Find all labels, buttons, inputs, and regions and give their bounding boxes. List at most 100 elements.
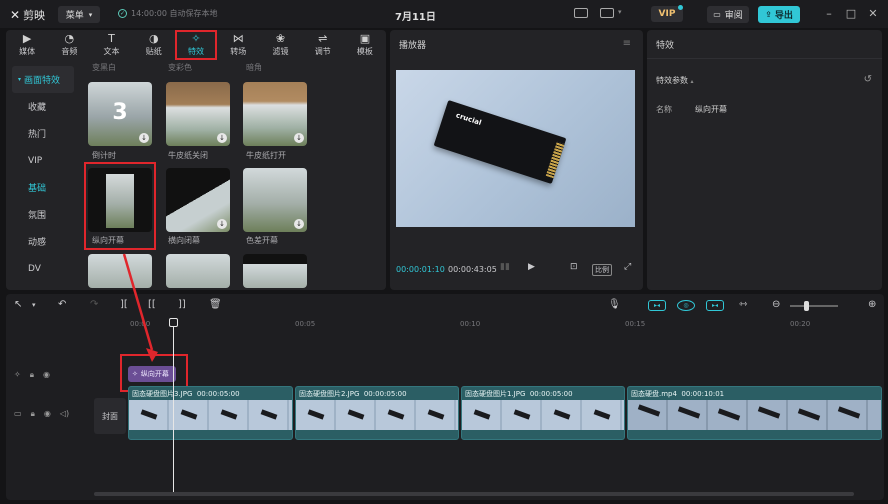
effects-icon: ✧: [14, 370, 21, 379]
ratio-button[interactable]: 比例: [592, 264, 612, 276]
play-icon[interactable]: ▶: [528, 262, 535, 272]
ruler-tick: 00:20: [790, 320, 811, 328]
clip-label: 固态硬盘图片3.JPG 00:00:05:00: [132, 389, 240, 399]
fullscreen-fit-icon[interactable]: ⊡: [570, 262, 578, 272]
select-cursor-icon[interactable]: ↖: [14, 299, 22, 310]
video-preview[interactable]: crucial: [396, 70, 635, 227]
chevron-down-icon: ▾: [88, 10, 93, 19]
speaker-icon[interactable]: ◁): [60, 409, 69, 419]
review-button[interactable]: ▭ 审阅: [707, 6, 749, 23]
linkage-icon[interactable]: ◎: [677, 300, 695, 311]
download-icon[interactable]: ↓: [139, 133, 149, 143]
time-ruler[interactable]: 00:00 00:05 00:10 00:15 00:20: [90, 318, 884, 332]
sidebar-item-atmosphere[interactable]: 氛围: [6, 201, 80, 228]
close-icon[interactable]: ✕: [866, 7, 880, 20]
playhead-handle[interactable]: [169, 318, 178, 327]
chevron-down-icon[interactable]: ▾: [32, 301, 36, 309]
review-icon: ▭: [713, 10, 721, 19]
minimize-icon[interactable]: –: [822, 7, 836, 20]
tab-label: 文本: [103, 47, 120, 56]
tab-media[interactable]: ▶ 媒体: [6, 30, 48, 60]
zoom-slider[interactable]: [790, 305, 838, 307]
keyboard-icon[interactable]: [574, 8, 588, 18]
menu-button[interactable]: 菜单 ▾: [58, 6, 100, 23]
split-left-icon[interactable]: [[: [148, 299, 156, 310]
playhead-line[interactable]: [173, 318, 174, 496]
name-key: 名称: [656, 105, 672, 114]
effect-thumb-kraft-close[interactable]: ↓: [166, 82, 230, 146]
sidebar-item-screen-effects[interactable]: ▾ 画面特效: [12, 66, 74, 93]
transition-icon: ⋈: [232, 32, 244, 45]
video-clip[interactable]: 固态硬盘图片1.JPG 00:00:05:00: [461, 386, 625, 440]
tab-text[interactable]: T 文本: [90, 30, 132, 60]
sidebar-item-basic[interactable]: 基础: [6, 174, 80, 201]
sidebar-item-label: VIP: [28, 155, 43, 166]
fullscreen-icon[interactable]: ⤢: [624, 262, 631, 272]
highlight-box: [84, 162, 156, 250]
filter-icon: ❀: [275, 32, 286, 45]
tool-tabs: ▶ 媒体 ◔ 音频 T 文本 ◑ 贴纸 ✧ 特效 ⋈ 转场 ❀ 滤镜 ⇌ 调节 ▣ 模板: [6, 30, 386, 60]
tab-template[interactable]: ▣ 模板: [344, 30, 386, 60]
sidebar-item-hot[interactable]: 热门: [6, 120, 80, 147]
chevron-down-icon[interactable]: ▾: [618, 8, 622, 16]
zoom-slider-handle[interactable]: [804, 301, 809, 311]
reset-icon[interactable]: ↺: [864, 74, 872, 85]
split-right-icon[interactable]: ]]: [178, 299, 186, 310]
sidebar-item-dv[interactable]: DV: [6, 255, 80, 282]
layout-icon[interactable]: [600, 8, 614, 18]
delete-icon[interactable]: 🗑: [209, 299, 222, 310]
cover-button[interactable]: 封面: [94, 398, 126, 434]
eye-icon[interactable]: ◉: [44, 409, 51, 419]
sidebar-item-dynamic[interactable]: 动感: [6, 228, 80, 255]
download-icon[interactable]: ↓: [217, 219, 227, 229]
tab-label: 转场: [230, 47, 247, 56]
waveform-icon: ▮▮: [500, 262, 510, 272]
video-clip[interactable]: 固态硬盘图片2.JPG 00:00:05:00: [295, 386, 459, 440]
tab-filter[interactable]: ❀ 滤镜: [259, 30, 301, 60]
sidebar-item-label: 收藏: [28, 103, 47, 113]
effect-thumb[interactable]: [88, 254, 152, 288]
ruler-tick: 00:05: [295, 320, 316, 328]
redo-icon[interactable]: ↷: [90, 299, 98, 310]
tab-adjust[interactable]: ⇌ 调节: [302, 30, 344, 60]
split-screen-icon[interactable]: ⇿: [739, 299, 747, 310]
adjust-icon: ⇌: [318, 32, 328, 45]
menu-icon[interactable]: ≡: [623, 38, 631, 49]
sidebar-item-favorites[interactable]: 收藏: [6, 93, 80, 120]
split-icon[interactable]: ][: [120, 299, 128, 310]
download-icon[interactable]: ↓: [294, 219, 304, 229]
horizontal-scrollbar[interactable]: [94, 492, 854, 496]
microphone-icon[interactable]: 🎙: [608, 299, 621, 310]
download-icon[interactable]: ↓: [294, 133, 304, 143]
undo-icon[interactable]: ↶: [58, 299, 66, 310]
effect-params-header[interactable]: 特效参数 ▴: [656, 75, 694, 86]
tab-effects[interactable]: ✧ 特效: [174, 30, 218, 60]
zoom-out-icon[interactable]: ⊖: [772, 299, 780, 310]
effect-thumb[interactable]: [166, 254, 230, 288]
video-clip[interactable]: 固态硬盘.mp4 00:00:10:01: [627, 386, 882, 440]
lock-icon[interactable]: 🔒︎: [31, 409, 35, 419]
preview-axis-icon[interactable]: ▸◂: [706, 300, 724, 311]
zoom-in-icon[interactable]: ⊕: [868, 299, 876, 310]
maximize-icon[interactable]: □: [844, 7, 858, 20]
eye-icon[interactable]: ◉: [43, 370, 50, 380]
video-clip[interactable]: 固态硬盘图片3.JPG 00:00:05:00: [128, 386, 293, 440]
tab-audio[interactable]: ◔ 音频: [48, 30, 90, 60]
download-icon[interactable]: ↓: [217, 133, 227, 143]
tab-label: 特效: [188, 47, 205, 56]
lock-icon[interactable]: 🔒︎: [30, 370, 34, 380]
effect-thumb-horizontal-close[interactable]: ↓: [166, 168, 230, 232]
tab-transition[interactable]: ⋈ 转场: [217, 30, 259, 60]
effect-thumb-chromatic-open[interactable]: ↓: [243, 168, 307, 232]
effect-thumb-countdown[interactable]: 3 ↓: [88, 82, 152, 146]
clip-name: 固态硬盘.mp4: [631, 390, 677, 398]
export-button[interactable]: ⇪ 导出: [758, 6, 800, 23]
effect-thumb-kraft-open[interactable]: ↓: [243, 82, 307, 146]
effect-thumb[interactable]: [243, 254, 307, 288]
total-timecode: 00:00:43:05: [448, 265, 497, 274]
tab-sticker[interactable]: ◑ 贴纸: [133, 30, 175, 60]
auto-snap-icon[interactable]: ▸◂: [648, 300, 666, 311]
project-title: 7月11日: [395, 12, 436, 23]
sidebar-item-vip[interactable]: VIP: [6, 147, 80, 174]
sticker-icon: ◑: [148, 32, 159, 45]
